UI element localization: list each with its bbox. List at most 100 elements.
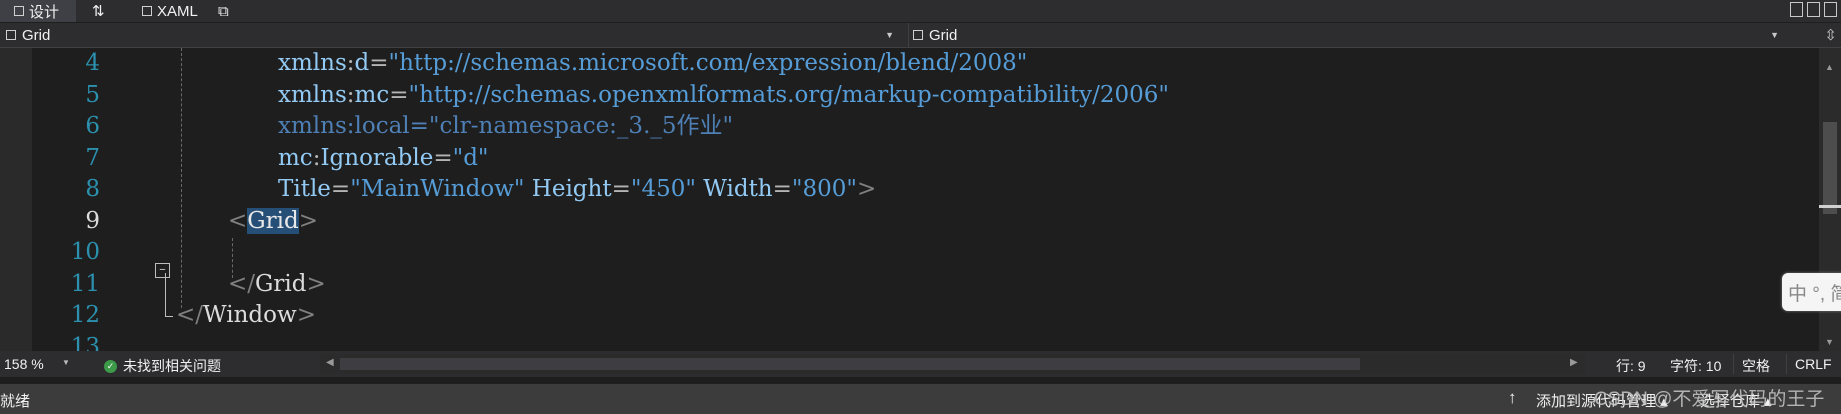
split-editor-icon[interactable]: ⇳ xyxy=(1824,26,1837,44)
line-number: 10 xyxy=(70,239,100,265)
line-number: 7 xyxy=(85,144,100,171)
code-token: < xyxy=(228,207,248,234)
scroll-left-icon[interactable]: ◀ xyxy=(326,357,334,368)
code-token: Height xyxy=(524,176,612,202)
code-token: > xyxy=(306,270,326,297)
code-line[interactable]: 12 </Window> xyxy=(0,300,1818,332)
code-token: "800" xyxy=(791,176,857,202)
line-number: 11 xyxy=(70,270,100,297)
chevron-down-icon[interactable]: ▼ xyxy=(62,358,70,367)
code-line[interactable]: 4 xmlns:d="http://schemas.microsoft.com/e… xyxy=(0,48,1818,80)
code-token: "d" xyxy=(452,144,489,171)
code-line[interactable]: 13 xyxy=(0,332,1818,352)
code-token: = xyxy=(433,144,453,171)
code-token: = xyxy=(369,50,389,76)
code-token: "450" xyxy=(630,176,696,202)
code-line[interactable]: 10 xyxy=(0,237,1818,269)
code-text: mc:Ignorable="d" xyxy=(278,143,489,174)
design-view-icon xyxy=(14,6,24,16)
pane-layout-buttons xyxy=(1790,2,1837,17)
line-number: 12 xyxy=(70,302,100,328)
tab-xaml[interactable]: XAML xyxy=(142,0,198,22)
swap-arrows-icon: ⇅ xyxy=(92,3,105,20)
line-number: 13 xyxy=(70,333,100,352)
char-number-status[interactable]: 字符: 10 xyxy=(1670,356,1721,376)
code-token: > xyxy=(296,302,316,328)
code-token: : xyxy=(346,50,355,76)
scroll-up-icon[interactable]: ▲ xyxy=(1825,62,1834,72)
code-token: d xyxy=(354,50,370,76)
designer-tab-bar: 设计 ⇅ XAML ⧉ xyxy=(0,0,1841,22)
code-text: <Grid> xyxy=(228,206,318,237)
code-line[interactable]: 5 xmlns:mc="http://schemas.openxmlformats… xyxy=(0,80,1818,112)
horizontal-scroll-thumb[interactable] xyxy=(340,358,1360,370)
code-token: "MainWindow" xyxy=(350,176,525,202)
tab-design[interactable]: 设计 xyxy=(0,0,76,22)
element-icon xyxy=(913,30,923,40)
ime-indicator[interactable]: 中 °, 简 xyxy=(1782,273,1841,311)
divider xyxy=(1733,354,1734,374)
element-dropdown-right-label: Grid xyxy=(929,26,958,44)
watermark-text: CSDN @不爱写代码的王子 xyxy=(1594,389,1825,410)
scroll-down-icon[interactable]: ▼ xyxy=(1825,337,1834,347)
horizontal-scrollbar[interactable] xyxy=(320,354,1585,374)
element-icon xyxy=(6,30,16,40)
code-token: </ xyxy=(176,302,204,328)
chevron-down-icon: ▼ xyxy=(1770,30,1779,40)
line-number: 6 xyxy=(85,113,100,139)
code-text: xmlns:mc="http://schemas.openxmlformats.… xyxy=(278,80,1169,111)
code-line[interactable]: 6 xmlns:local="clr-namespace:_3._5作业" xyxy=(0,111,1818,143)
issues-indicator[interactable]: ✓ 未找到相关问题 xyxy=(104,356,221,376)
element-dropdown-left[interactable]: Grid ▼ xyxy=(6,23,894,47)
code-token: Grid xyxy=(255,270,307,297)
whitespace-status[interactable]: 空格 xyxy=(1742,356,1770,376)
code-token: = xyxy=(389,81,409,108)
caret-position-marker xyxy=(1819,205,1841,208)
horizontal-split-icon[interactable] xyxy=(1807,2,1820,17)
chevron-down-icon: ▼ xyxy=(885,30,894,40)
line-ending-status[interactable]: CRLF xyxy=(1795,356,1832,372)
line-number: 8 xyxy=(85,176,100,202)
line-number: 4 xyxy=(85,50,100,76)
zoom-level[interactable]: 158 % xyxy=(4,356,44,372)
code-token: Window xyxy=(203,302,297,328)
editor-status-row: 158 % ▼ ✓ 未找到相关问题 ◀ ▶ 行: 9 字符: 10 空格 CRL… xyxy=(0,351,1841,377)
code-line[interactable]: 7 mc:Ignorable="d" xyxy=(0,143,1818,175)
code-token: = xyxy=(330,176,351,202)
line-number: 5 xyxy=(85,81,100,108)
code-token: = xyxy=(772,176,792,202)
code-token: > xyxy=(298,207,319,234)
popout-icon: ⧉ xyxy=(218,2,229,20)
code-token: : xyxy=(346,81,355,108)
ide-status-bar: 就绪 ↑ 添加到源代码管理 ▴ 选择仓库 ▴ CSDN @不爱写代码的王子 xyxy=(0,384,1841,414)
ime-indicator-text: 中 °, 简 xyxy=(1788,283,1841,305)
code-line[interactable]: 8 Title="MainWindow" Height="450" Width="… xyxy=(0,174,1818,206)
divider xyxy=(1786,354,1787,374)
element-dropdown-right[interactable]: Grid ▼ xyxy=(908,23,1813,47)
scroll-thumb[interactable] xyxy=(1823,122,1837,214)
code-token: > xyxy=(856,176,877,202)
code-line[interactable]: 9 <Grid> xyxy=(0,206,1818,238)
code-text: xmlns:d="http://schemas.microsoft.com/ex… xyxy=(278,48,1027,79)
xaml-code-editor[interactable]: − 4 xmlns:d="http://schemas.microsoft.com… xyxy=(0,48,1818,351)
code-token: </ xyxy=(228,270,256,297)
swap-panes-button[interactable]: ⇅ xyxy=(92,0,105,22)
xaml-view-icon xyxy=(142,6,152,16)
code-token: mc xyxy=(278,144,313,171)
vertical-split-icon[interactable] xyxy=(1790,2,1803,17)
element-navigation-bar: Grid ▼ Grid ▼ ⇳ xyxy=(0,23,1841,48)
code-token: xmlns xyxy=(278,81,347,108)
tab-design-label: 设计 xyxy=(29,3,60,21)
popout-xaml-button[interactable]: ⧉ xyxy=(218,0,229,22)
code-token: Title xyxy=(278,176,331,202)
code-line[interactable]: 11 </Grid> xyxy=(0,269,1818,301)
collapse-pane-icon[interactable] xyxy=(1824,2,1837,17)
line-number: 9 xyxy=(85,207,100,234)
line-number-status[interactable]: 行: 9 xyxy=(1616,356,1646,376)
code-token: Width xyxy=(695,176,773,202)
code-text: xmlns:local="clr-namespace:_3._5作业" xyxy=(278,111,733,142)
tab-xaml-label: XAML xyxy=(157,2,198,20)
code-text: Title="MainWindow" Height="450" Width="8… xyxy=(278,174,876,205)
scroll-right-icon[interactable]: ▶ xyxy=(1570,357,1578,368)
code-text: </Grid> xyxy=(228,269,326,300)
